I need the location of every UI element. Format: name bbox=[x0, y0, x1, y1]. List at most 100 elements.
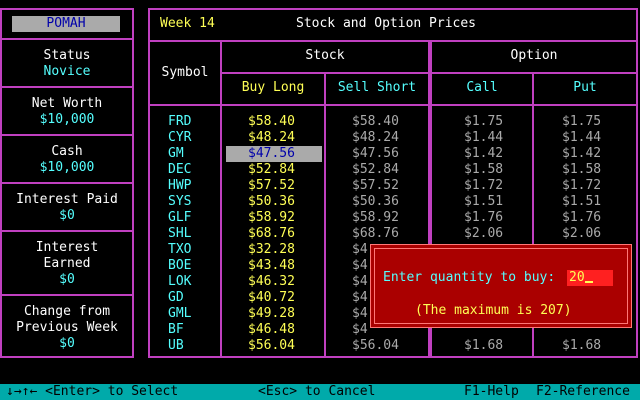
status-bar: ↓→↑← <Enter> to Select <Esc> to Cancel F… bbox=[0, 384, 640, 400]
sell-short-header[interactable]: Sell Short bbox=[326, 80, 428, 96]
divider bbox=[2, 134, 132, 136]
divider bbox=[2, 38, 132, 40]
buy-long-cell[interactable]: $48.24 bbox=[248, 130, 322, 146]
stock-header: Stock bbox=[305, 48, 345, 63]
put-cell[interactable]: $1.75 bbox=[562, 114, 628, 130]
reference-hint[interactable]: F2-Reference bbox=[536, 384, 630, 400]
call-cell[interactable]: $1.75 bbox=[464, 114, 530, 130]
put-cell[interactable]: $1.72 bbox=[562, 178, 628, 194]
buy-long-cell[interactable]: $47.56 bbox=[226, 146, 322, 162]
divider bbox=[150, 40, 636, 42]
buy-long-cell[interactable]: $57.52 bbox=[248, 178, 322, 194]
text-cursor bbox=[584, 281, 593, 283]
call-cell[interactable]: $1.72 bbox=[464, 178, 530, 194]
buy-long-header[interactable]: Buy Long bbox=[222, 80, 324, 96]
sell-short-cell[interactable]: $48.24 bbox=[352, 130, 426, 146]
interest-paid-value: $0 bbox=[59, 208, 75, 223]
symbol-cell: BOE bbox=[168, 258, 192, 273]
sell-short-cell[interactable]: $56.04 bbox=[352, 338, 426, 354]
divider bbox=[222, 72, 636, 74]
call-cell[interactable]: $1.51 bbox=[464, 194, 530, 210]
select-hint: ↓→↑← <Enter> to Select bbox=[6, 384, 179, 399]
change-label: Change from bbox=[23, 304, 111, 319]
buy-quantity-dialog: Enter quantity to buy: 20 (The maximum i… bbox=[370, 244, 632, 328]
dialog-max-note: (The maximum is 207) bbox=[415, 303, 572, 318]
cash-value: $10,000 bbox=[39, 160, 95, 175]
symbol-header: Symbol bbox=[161, 65, 209, 80]
buy-long-cell[interactable]: $58.92 bbox=[248, 210, 322, 226]
buy-long-cell[interactable]: $46.32 bbox=[248, 274, 322, 290]
symbol-cell: DEC bbox=[168, 162, 192, 177]
put-cell[interactable]: $2.06 bbox=[562, 226, 628, 242]
put-cell[interactable]: $1.51 bbox=[562, 194, 628, 210]
player-panel: POMAH Status Novice Net Worth $10,000 Ca… bbox=[0, 8, 134, 358]
divider bbox=[150, 104, 636, 106]
buy-long-cell[interactable]: $50.36 bbox=[248, 194, 322, 210]
buy-long-cell[interactable]: $56.04 bbox=[248, 338, 322, 354]
interest-paid-label: Interest Paid bbox=[16, 192, 118, 207]
symbol-cell: SHL bbox=[168, 226, 192, 241]
buy-long-cell[interactable]: $40.72 bbox=[248, 290, 322, 306]
interest-earned-label-2: Earned bbox=[43, 256, 91, 271]
symbol-cell: TXO bbox=[168, 242, 192, 257]
buy-long-cell[interactable]: $32.28 bbox=[248, 242, 322, 258]
buy-long-cell[interactable]: $52.84 bbox=[248, 162, 322, 178]
divider bbox=[324, 104, 326, 356]
net-worth-value: $10,000 bbox=[39, 112, 95, 127]
sell-short-cell[interactable]: $58.40 bbox=[352, 114, 426, 130]
symbol-cell: LOK bbox=[168, 274, 192, 289]
net-worth-label: Net Worth bbox=[31, 96, 103, 111]
call-cell[interactable]: $1.76 bbox=[464, 210, 530, 226]
call-cell[interactable]: $1.42 bbox=[464, 146, 530, 162]
put-cell[interactable]: $1.76 bbox=[562, 210, 628, 226]
sell-short-cell[interactable]: $52.84 bbox=[352, 162, 426, 178]
symbol-cell: HWP bbox=[168, 178, 192, 193]
status-label: Status bbox=[43, 48, 91, 63]
help-hint[interactable]: F1-Help bbox=[464, 384, 519, 400]
divider bbox=[2, 86, 132, 88]
sell-short-cell[interactable]: $47.56 bbox=[352, 146, 426, 162]
buy-long-cell[interactable]: $43.48 bbox=[248, 258, 322, 274]
quantity-input[interactable]: 20 bbox=[567, 270, 613, 286]
buy-long-cell[interactable]: $68.76 bbox=[248, 226, 322, 242]
call-cell[interactable]: $1.58 bbox=[464, 162, 530, 178]
put-header[interactable]: Put bbox=[534, 80, 636, 96]
page-title: Stock and Option Prices bbox=[296, 16, 477, 31]
interest-earned-label: Interest bbox=[35, 240, 99, 255]
change-label-2: Previous Week bbox=[16, 320, 118, 335]
dialog-prompt: Enter quantity to buy: bbox=[383, 270, 556, 285]
symbol-cell: GM bbox=[168, 146, 184, 161]
put-cell[interactable]: $1.58 bbox=[562, 162, 628, 178]
symbol-cell: UB bbox=[168, 338, 184, 353]
symbol-cell: FRD bbox=[168, 114, 192, 129]
sell-short-cell[interactable]: $68.76 bbox=[352, 226, 426, 242]
divider bbox=[2, 294, 132, 296]
symbol-cell: GLF bbox=[168, 210, 192, 225]
put-cell[interactable]: $1.68 bbox=[562, 338, 628, 354]
call-cell[interactable]: $1.68 bbox=[464, 338, 530, 354]
option-header: Option bbox=[510, 48, 558, 63]
quantity-value: 20 bbox=[569, 270, 585, 285]
interest-earned-value: $0 bbox=[59, 272, 75, 287]
symbol-cell: GML bbox=[168, 306, 192, 321]
call-header[interactable]: Call bbox=[432, 80, 532, 96]
symbol-cell: CYR bbox=[168, 130, 192, 145]
buy-long-cell[interactable]: $46.48 bbox=[248, 322, 322, 338]
put-cell[interactable]: $1.42 bbox=[562, 146, 628, 162]
sell-short-cell[interactable]: $50.36 bbox=[352, 194, 426, 210]
symbol-cell: BF bbox=[168, 322, 184, 337]
sell-short-cell[interactable]: $58.92 bbox=[352, 210, 426, 226]
player-name: POMAH bbox=[12, 16, 120, 32]
status-value: Novice bbox=[43, 64, 91, 79]
cancel-hint[interactable]: <Esc> to Cancel bbox=[258, 384, 375, 400]
sell-short-cell[interactable]: $57.52 bbox=[352, 178, 426, 194]
call-cell[interactable]: $2.06 bbox=[464, 226, 530, 242]
buy-long-cell[interactable]: $58.40 bbox=[248, 114, 322, 130]
symbol-cell: SYS bbox=[168, 194, 192, 209]
put-cell[interactable]: $1.44 bbox=[562, 130, 628, 146]
week-label: Week 14 bbox=[160, 16, 215, 31]
buy-long-cell[interactable]: $49.28 bbox=[248, 306, 322, 322]
call-cell[interactable]: $1.44 bbox=[464, 130, 530, 146]
divider bbox=[2, 182, 132, 184]
divider bbox=[2, 230, 132, 232]
